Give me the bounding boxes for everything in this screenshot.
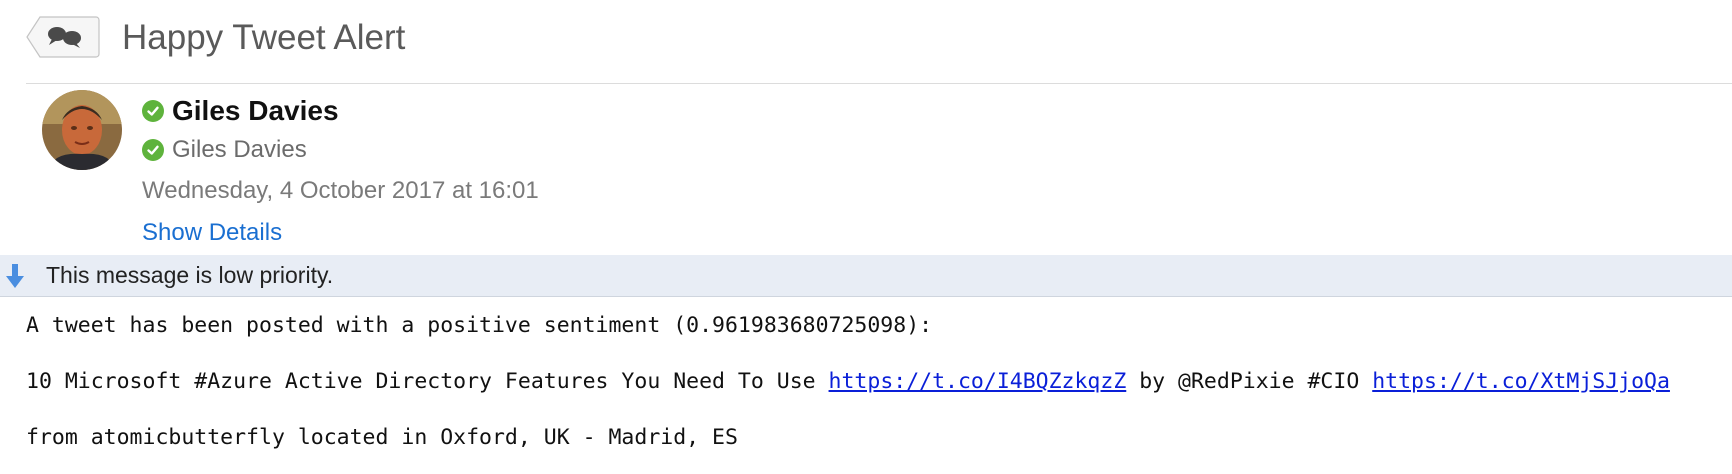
priority-banner: This message is low priority. — [0, 255, 1732, 297]
verified-check-icon — [142, 139, 164, 161]
sender-row: Giles Davies — [142, 94, 339, 128]
message-subject: Happy Tweet Alert — [122, 18, 406, 57]
sender-name[interactable]: Giles Davies — [172, 95, 339, 127]
down-arrow-icon — [4, 262, 26, 295]
body-line-location: from atomicbutterfly located in Oxford, … — [26, 425, 738, 450]
body-line-tweet: 10 Microsoft #Azure Active Directory Fea… — [26, 368, 1670, 396]
recipient-name[interactable]: Giles Davies — [172, 136, 307, 164]
speech-bubbles-icon — [26, 16, 100, 58]
show-details-link[interactable]: Show Details — [142, 218, 282, 248]
header-divider — [26, 83, 1732, 84]
recipient-row: Giles Davies — [142, 134, 307, 166]
tweet-author-tags: by @RedPixie #CIO — [1126, 369, 1373, 394]
avatar[interactable] — [42, 90, 122, 170]
conversation-button[interactable] — [26, 16, 100, 58]
verified-check-icon — [142, 100, 164, 122]
body-line-sentiment: A tweet has been posted with a positive … — [26, 313, 933, 338]
message-header: Happy Tweet Alert — [0, 0, 1732, 84]
priority-text: This message is low priority. — [46, 262, 334, 288]
message-date: Wednesday, 4 October 2017 at 16:01 — [142, 177, 539, 204]
tweet-link-1[interactable]: https://t.co/I4BQZzkqzZ — [829, 369, 1127, 394]
tweet-text: 10 Microsoft #Azure Active Directory Fea… — [26, 369, 829, 394]
tweet-link-2[interactable]: https://t.co/XtMjSJjoQa — [1372, 369, 1670, 394]
